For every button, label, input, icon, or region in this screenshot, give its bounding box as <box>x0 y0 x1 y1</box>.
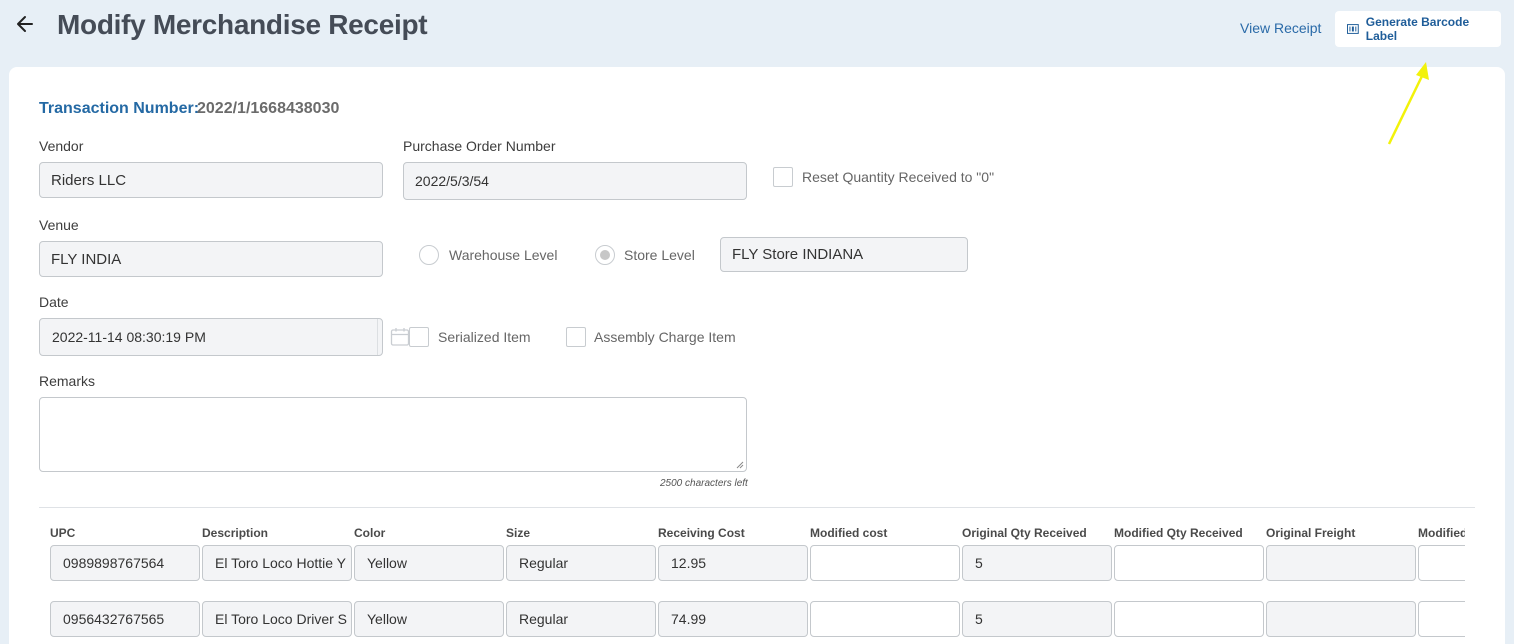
annotation-arrow-icon <box>1387 62 1429 145</box>
po-number-label: Purchase Order Number <box>403 138 556 154</box>
characters-left-counter: 2500 characters left <box>660 478 748 489</box>
warehouse-level-label: Warehouse Level <box>449 247 558 263</box>
original-freight-cell[interactable] <box>1266 545 1416 581</box>
size-cell[interactable]: Regular <box>506 545 656 581</box>
column-header: Modified <box>1418 526 1465 540</box>
page-title: Modify Merchandise Receipt <box>57 9 428 40</box>
modified-qty-input[interactable] <box>1114 545 1264 581</box>
po-number-field[interactable]: 2022/5/3/54 <box>403 162 747 200</box>
venue-field[interactable]: FLY INDIA <box>39 241 383 277</box>
reset-quantity-label: Reset Quantity Received to "0" <box>802 169 995 185</box>
vendor-field[interactable]: Riders LLC <box>39 162 383 198</box>
upc-cell[interactable]: 0989898767564 <box>50 545 200 581</box>
column-header: Original Freight <box>1266 526 1356 540</box>
resize-grip-icon[interactable] <box>736 461 744 469</box>
column-header: Receiving Cost <box>658 526 745 540</box>
section-divider <box>39 507 1475 508</box>
back-arrow-icon[interactable] <box>14 12 36 36</box>
description-cell[interactable]: El Toro Loco Driver S <box>202 601 352 637</box>
column-header: Color <box>354 526 386 540</box>
store-level-label: Store Level <box>624 247 695 263</box>
transaction-number-label: Transaction Number: <box>39 100 200 117</box>
column-header: Modified cost <box>810 526 888 540</box>
receiving-cost-cell[interactable]: 12.95 <box>658 545 808 581</box>
page-header: Modify Merchandise Receipt View Receipt … <box>0 0 1514 60</box>
original-freight-cell[interactable] <box>1266 601 1416 637</box>
original-qty-cell[interactable]: 5 <box>962 601 1112 637</box>
reset-quantity-checkbox[interactable] <box>773 167 793 187</box>
date-value: 2022-11-14 08:30:19 PM <box>52 329 206 345</box>
remarks-label: Remarks <box>39 373 96 389</box>
color-cell[interactable]: Yellow <box>354 545 504 581</box>
color-cell[interactable]: Yellow <box>354 601 504 637</box>
date-field[interactable]: 2022-11-14 08:30:19 PM <box>39 318 410 356</box>
items-table: UPC Description Color Size Receiving Cos… <box>48 526 1465 644</box>
view-receipt-link[interactable]: View Receipt <box>1240 20 1321 36</box>
vendor-label: Vendor <box>39 138 84 154</box>
original-qty-cell[interactable]: 5 <box>962 545 1112 581</box>
store-level-radio[interactable] <box>595 245 615 265</box>
column-header: Size <box>506 526 531 540</box>
serialized-item-checkbox[interactable] <box>409 327 429 347</box>
serialized-item-label: Serialized Item <box>438 329 531 345</box>
venue-label: Venue <box>39 217 79 233</box>
date-label: Date <box>39 294 69 310</box>
column-header: Modified Qty Received <box>1114 526 1243 540</box>
assembly-charge-label: Assembly Charge Item <box>594 329 736 345</box>
column-header: Original Qty Received <box>962 526 1087 540</box>
description-cell[interactable]: El Toro Loco Hottie Y <box>202 545 352 581</box>
modified-freight-input[interactable] <box>1418 545 1465 581</box>
modified-qty-input[interactable] <box>1114 601 1264 637</box>
assembly-charge-checkbox[interactable] <box>566 327 586 347</box>
modified-cost-input[interactable] <box>810 545 960 581</box>
modified-cost-input[interactable] <box>810 601 960 637</box>
generate-barcode-button[interactable]: Generate Barcode Label <box>1335 11 1501 47</box>
column-header: UPC <box>50 526 76 540</box>
remarks-textarea[interactable] <box>39 397 747 472</box>
size-cell[interactable]: Regular <box>506 601 656 637</box>
store-field[interactable]: FLY Store INDIANA <box>720 237 968 272</box>
receipt-form-card: Transaction Number: 2022/1/1668438030 Ve… <box>9 67 1505 644</box>
transaction-number-value: 2022/1/1668438030 <box>197 100 340 117</box>
modified-freight-input[interactable] <box>1418 601 1465 637</box>
receiving-cost-cell[interactable]: 74.99 <box>658 601 808 637</box>
barcode-icon <box>1347 24 1359 34</box>
upc-cell[interactable]: 0956432767565 <box>50 601 200 637</box>
generate-barcode-label: Generate Barcode Label <box>1365 15 1470 43</box>
column-header: Description <box>202 526 269 540</box>
warehouse-level-radio[interactable] <box>419 245 439 265</box>
